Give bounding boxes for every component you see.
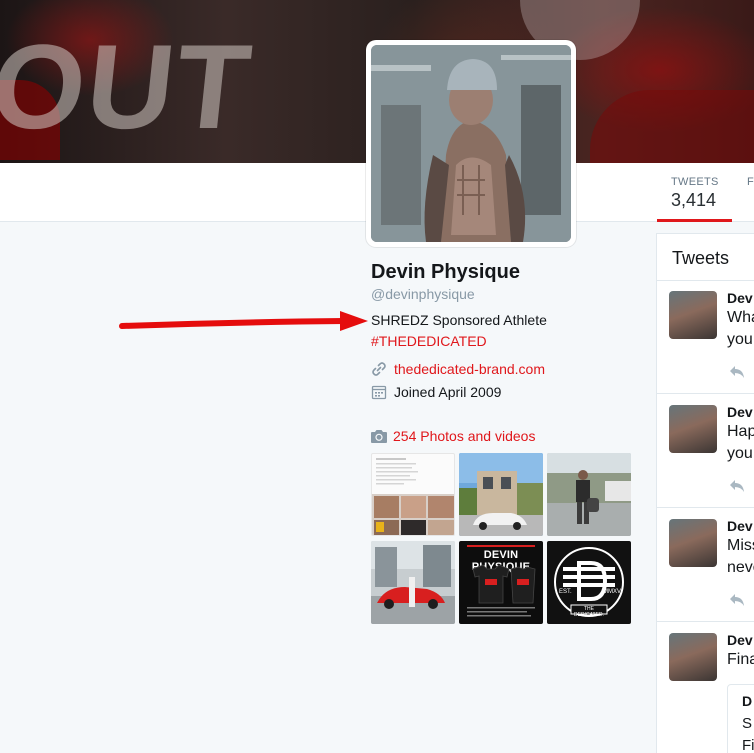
tweet-avatar[interactable] — [669, 405, 717, 453]
profile-joined-date: Joined April 2009 — [394, 384, 502, 400]
tweet-avatar[interactable] — [669, 519, 717, 567]
nav-tweets-tab[interactable]: TWEETS 3,414 — [657, 163, 732, 222]
quote-text-line: Fi — [742, 737, 754, 753]
tweet-author-name[interactable]: Dev — [727, 632, 753, 648]
logo-mmxv-text: MMXV — [603, 589, 621, 595]
photos-videos-count[interactable]: 254 Photos and videos — [393, 428, 535, 444]
tweets-heading: Tweets — [672, 248, 730, 268]
bio-hashtag-link[interactable]: #THEDEDICATED — [371, 333, 487, 349]
red-arrow-annotation — [119, 311, 368, 331]
logo-est-text: EST. — [559, 589, 572, 595]
tweets-label: TWEETS — [671, 176, 719, 188]
tweet-author-name[interactable]: Dev — [727, 518, 753, 534]
tweet-text-line: you — [727, 331, 753, 348]
photo-tile[interactable] — [371, 541, 455, 624]
photos-videos-link[interactable]: 254 Photos and videos — [370, 428, 535, 444]
banner-shape — [590, 90, 754, 163]
link-icon — [371, 361, 387, 377]
tweet-author-name[interactable]: Dev — [727, 404, 753, 420]
tweet-author-name[interactable]: Dev — [727, 290, 753, 306]
avatar-image — [371, 45, 571, 242]
profile-url-row[interactable]: thededicated-brand.com — [371, 361, 545, 377]
photo-tile-shirt-promo[interactable]: DEVIN PHYSIQUE — [459, 541, 543, 624]
nav-following-tab[interactable]: F — [732, 163, 754, 222]
photo-tile[interactable] — [547, 453, 631, 536]
tweet-avatar[interactable] — [669, 633, 717, 681]
tweet-item[interactable]: Dev Miss neve — [657, 508, 754, 622]
tweet-text-line: Miss — [727, 537, 754, 554]
tweet-item[interactable]: Dev Hap you — [657, 394, 754, 508]
quote-text-line: S — [742, 715, 753, 732]
camera-icon — [370, 428, 388, 444]
quote-author: D — [742, 693, 753, 709]
tweets-count: 3,414 — [671, 190, 717, 210]
tweet-text-line: Wha — [727, 309, 754, 326]
tweet-text-line: you — [727, 445, 753, 462]
profile-handle[interactable]: @devinphysique — [371, 286, 475, 302]
tweets-timeline-panel: Tweets Dev Wha you Dev Hap you Dev Miss … — [656, 233, 754, 753]
calendar-icon — [371, 384, 387, 400]
photo-tile[interactable] — [371, 453, 455, 536]
profile-url[interactable]: thededicated-brand.com — [394, 361, 545, 377]
tweet-item[interactable]: Dev Wha you — [657, 281, 754, 394]
tweet-text-line: neve — [727, 559, 754, 576]
photo-tile[interactable] — [459, 453, 543, 536]
logo-brand-text: THE DEDICATED. — [574, 606, 604, 618]
quoted-tweet-card[interactable]: D S Fi — [727, 684, 754, 753]
profile-name[interactable]: Devin Physique — [371, 261, 520, 284]
banner-text: OUT — [0, 20, 259, 154]
following-label: F — [747, 176, 754, 188]
reply-icon[interactable] — [729, 479, 745, 493]
profile-joined-row: Joined April 2009 — [371, 384, 501, 400]
tweet-text-line: Hap — [727, 423, 754, 440]
reply-icon[interactable] — [729, 365, 745, 379]
tweet-text-line: Fina — [727, 651, 754, 668]
photo-tile-dedicated-logo[interactable]: EST. MMXV THE DEDICATED. — [547, 541, 631, 624]
reply-icon[interactable] — [729, 593, 745, 607]
tweet-avatar[interactable] — [669, 291, 717, 339]
profile-avatar[interactable] — [366, 40, 576, 247]
profile-bio: SHREDZ Sponsored Athlete — [371, 312, 547, 328]
